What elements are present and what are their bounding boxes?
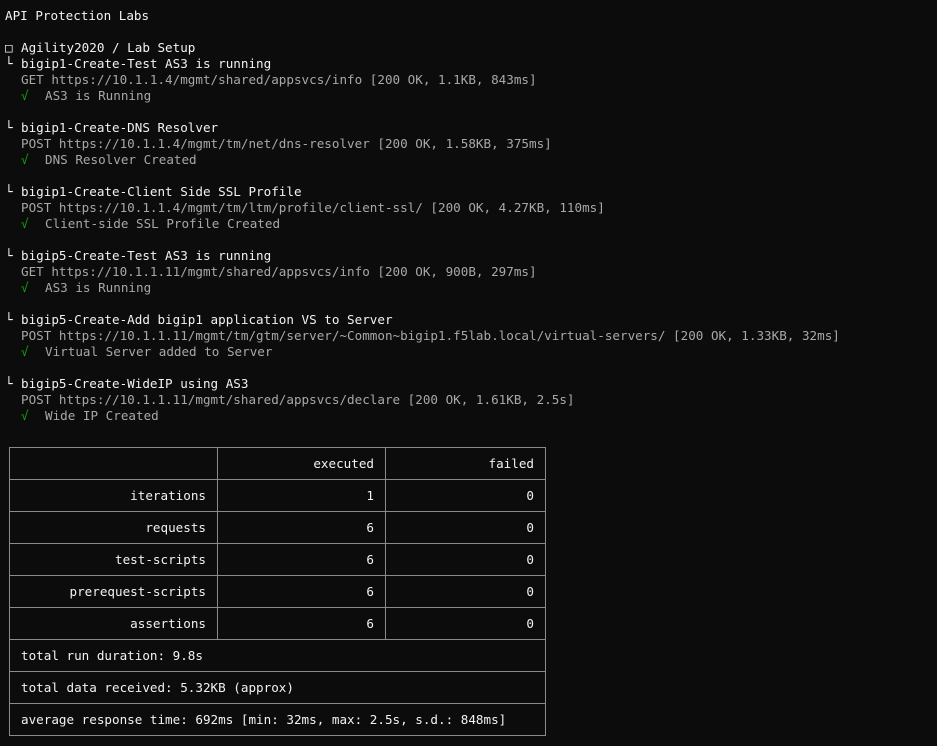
average-response-time: average response time: 692ms [min: 32ms,…	[9, 703, 546, 736]
tree-branch-icon: └	[5, 248, 13, 263]
summary-row: assertions 6 0	[9, 607, 546, 640]
summary-header-row: executed failed	[9, 447, 546, 480]
summary-row: requests 6 0	[9, 511, 546, 544]
terminal-output: API Protection Labs □ Agility2020 / Lab S…	[5, 8, 930, 424]
assertion-line: √ AS3 is Running	[21, 88, 152, 103]
summary-failed-value: 0	[385, 479, 546, 512]
summary-row-label: requests	[9, 511, 218, 544]
checkmark-icon: √	[21, 152, 29, 167]
summary-executed-value: 6	[217, 607, 386, 640]
tree-branch-icon: └	[5, 120, 13, 135]
summary-row-label: assertions	[9, 607, 218, 640]
request-name: └ bigip1-Create-Test AS3 is running	[5, 56, 272, 71]
checkmark-icon: √	[21, 344, 29, 359]
tree-branch-icon: └	[5, 56, 13, 71]
summary-data-row: total data received: 5.32KB (approx)	[9, 671, 546, 704]
checkmark-icon: √	[21, 280, 29, 295]
summary-row: iterations 1 0	[9, 479, 546, 512]
request-name: └ bigip5-Create-WideIP using AS3	[5, 376, 249, 391]
request-line: POST https://10.1.1.11/mgmt/shared/appsv…	[21, 392, 575, 407]
assertion-line: √ Client-side SSL Profile Created	[21, 216, 281, 231]
summary-failed-value: 0	[385, 607, 546, 640]
assertion-line: √ AS3 is Running	[21, 280, 152, 295]
tree-branch-icon: └	[5, 376, 13, 391]
request-name: └ bigip5-Create-Test AS3 is running	[5, 248, 272, 263]
request-line: POST https://10.1.1.11/mgmt/tm/gtm/serve…	[21, 328, 840, 343]
summary-executed-value: 6	[217, 543, 386, 576]
summary-executed-value: 1	[217, 479, 386, 512]
tree-branch-icon: └	[5, 184, 13, 199]
assertion-line: √ Virtual Server added to Server	[21, 344, 273, 359]
checkmark-icon: √	[21, 88, 29, 103]
total-data-received: total data received: 5.32KB (approx)	[9, 671, 546, 704]
summary-row: test-scripts 6 0	[9, 543, 546, 576]
tree-branch-icon: └	[5, 312, 13, 327]
summary-row-label: test-scripts	[9, 543, 218, 576]
checkmark-icon: √	[21, 216, 29, 231]
summary-row: prerequest-scripts 6 0	[9, 575, 546, 608]
summary-executed-value: 6	[217, 511, 386, 544]
request-line: POST https://10.1.1.4/mgmt/tm/ltm/profil…	[21, 200, 605, 215]
collection-header: □ Agility2020 / Lab Setup	[5, 40, 930, 56]
summary-executed-value: 6	[217, 575, 386, 608]
summary-failed-value: 0	[385, 575, 546, 608]
summary-failed-value: 0	[385, 511, 546, 544]
summary-response-row: average response time: 692ms [min: 32ms,…	[9, 703, 546, 736]
request-name: └ bigip1-Create-Client Side SSL Profile	[5, 184, 302, 199]
summary-duration-row: total run duration: 9.8s	[9, 639, 546, 672]
box-icon: □	[5, 40, 13, 55]
summary-row-label: iterations	[9, 479, 218, 512]
summary-row-label: prerequest-scripts	[9, 575, 218, 608]
request-line: POST https://10.1.1.4/mgmt/tm/net/dns-re…	[21, 136, 552, 151]
collection-name: Agility2020 / Lab Setup	[21, 40, 196, 55]
request-line: GET https://10.1.1.4/mgmt/shared/appsvcs…	[21, 72, 537, 87]
request-name: └ bigip5-Create-Add bigip1 application VS…	[5, 312, 393, 327]
total-run-duration: total run duration: 9.8s	[9, 639, 546, 672]
summary-corner-cell	[9, 447, 218, 480]
request-name: └ bigip1-Create-DNS Resolver	[5, 120, 219, 135]
assertion-line: √ DNS Resolver Created	[21, 152, 197, 167]
request-line: GET https://10.1.1.11/mgmt/shared/appsvc…	[21, 264, 537, 279]
checkmark-icon: √	[21, 408, 29, 423]
assertion-line: √ Wide IP Created	[21, 408, 159, 423]
app-title: API Protection Labs	[5, 8, 150, 23]
summary-failed-value: 0	[385, 543, 546, 576]
failed-header: failed	[385, 447, 546, 480]
executed-header: executed	[217, 447, 386, 480]
run-summary-table: executed failed iterations 1 0 requests …	[9, 447, 546, 736]
